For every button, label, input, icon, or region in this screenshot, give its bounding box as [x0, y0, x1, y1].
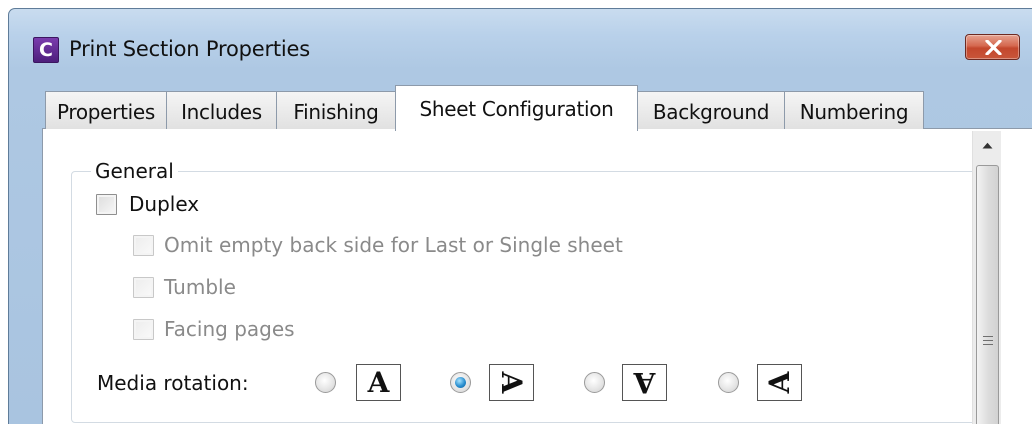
tab-numbering[interactable]: Numbering	[784, 91, 924, 129]
rotation-90-preview[interactable]: A	[489, 364, 534, 401]
scroll-grip-line	[983, 340, 993, 341]
scroll-thumb[interactable]	[976, 165, 999, 424]
omit-empty-back-side-checkbox[interactable]	[133, 235, 154, 256]
scroll-grip-line	[983, 344, 993, 345]
omit-empty-back-side-label[interactable]: Omit empty back side for Last or Single …	[164, 233, 623, 257]
rotation-270-glyph: A	[763, 371, 796, 394]
rotation-180-radio[interactable]	[584, 372, 605, 393]
dialog-window: C Print Section Properties Properties In…	[8, 8, 1032, 424]
app-icon: C	[33, 37, 59, 63]
rotation-90-glyph: A	[495, 371, 528, 394]
rotation-0-preview[interactable]: A	[356, 364, 401, 401]
tumble-checkbox[interactable]	[133, 277, 154, 298]
facing-pages-label[interactable]: Facing pages	[164, 317, 295, 341]
vertical-scrollbar[interactable]	[972, 131, 1001, 424]
tab-sheet-configuration[interactable]: Sheet Configuration	[395, 85, 638, 131]
window-title: Print Section Properties	[69, 37, 311, 61]
rotation-180-glyph: A	[633, 366, 656, 399]
rotation-270-preview[interactable]: A	[757, 364, 802, 401]
scroll-grip-line	[983, 336, 993, 337]
tab-includes[interactable]: Includes	[166, 91, 277, 129]
rotation-0-radio[interactable]	[315, 372, 336, 393]
tumble-label[interactable]: Tumble	[164, 275, 236, 299]
close-icon	[985, 40, 1002, 55]
rotation-0-glyph: A	[367, 366, 390, 399]
close-button[interactable]	[965, 34, 1020, 60]
duplex-label[interactable]: Duplex	[129, 192, 199, 216]
scroll-up-button[interactable]	[973, 131, 1002, 161]
rotation-90-radio[interactable]	[450, 372, 471, 393]
rotation-180-preview[interactable]: A	[622, 364, 667, 401]
tab-properties[interactable]: Properties	[45, 91, 167, 129]
media-rotation-label: Media rotation:	[97, 371, 249, 395]
duplex-checkbox[interactable]	[96, 194, 117, 215]
tab-background[interactable]: Background	[637, 91, 785, 129]
rotation-270-radio[interactable]	[718, 372, 739, 393]
general-group-label: General	[91, 159, 178, 183]
tab-finishing[interactable]: Finishing	[276, 91, 396, 129]
facing-pages-checkbox[interactable]	[133, 319, 154, 340]
chevron-up-icon	[982, 142, 993, 149]
